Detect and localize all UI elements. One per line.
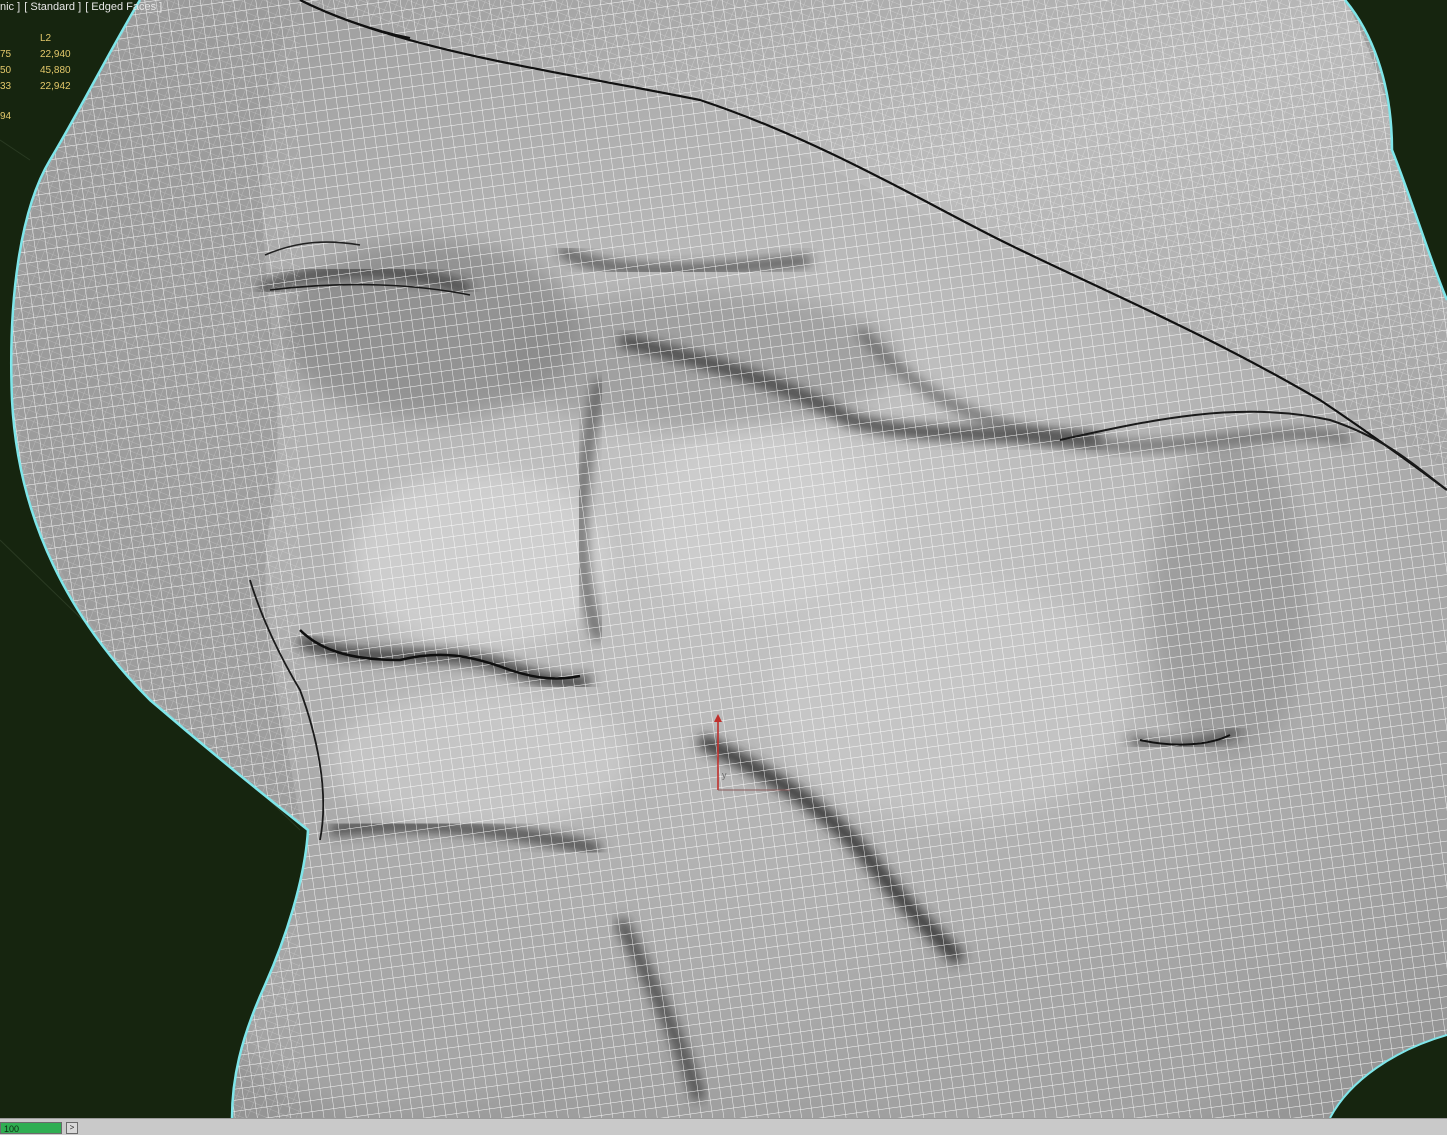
arrow-right-icon: > xyxy=(69,1123,75,1132)
stats-header: L2 xyxy=(40,33,52,44)
viewport-perspective[interactable]: y nic ] [ Standard ] [ Edged Faces ] L2 … xyxy=(0,0,1447,1118)
time-slider-value: 100 xyxy=(4,1124,20,1134)
stats-cell: 22,942 xyxy=(40,81,71,92)
status-bar: 100 > xyxy=(0,1118,1447,1135)
stats-cell: 45,880 xyxy=(40,65,71,76)
mesh-render[interactable]: y xyxy=(0,0,1447,1118)
svg-text:y: y xyxy=(722,770,727,780)
time-slider[interactable]: 100 xyxy=(0,1122,62,1134)
next-frame-button[interactable]: > xyxy=(66,1122,78,1134)
viewport-label[interactable]: nic ] [ Standard ] [ Edged Faces ] xyxy=(0,0,163,15)
viewport-label-projection[interactable]: nic ] xyxy=(0,1,20,13)
viewport-label-edged-faces[interactable]: [ Edged Faces ] xyxy=(85,1,162,13)
stats-cell: 33 xyxy=(0,81,12,92)
stats-cell: 22,940 xyxy=(40,49,71,60)
stats-cell: 50 xyxy=(0,65,12,76)
viewport-label-shading[interactable]: [ Standard ] xyxy=(24,1,81,13)
stats-extra: 94 xyxy=(0,111,12,122)
stats-cell: 75 xyxy=(0,49,12,60)
